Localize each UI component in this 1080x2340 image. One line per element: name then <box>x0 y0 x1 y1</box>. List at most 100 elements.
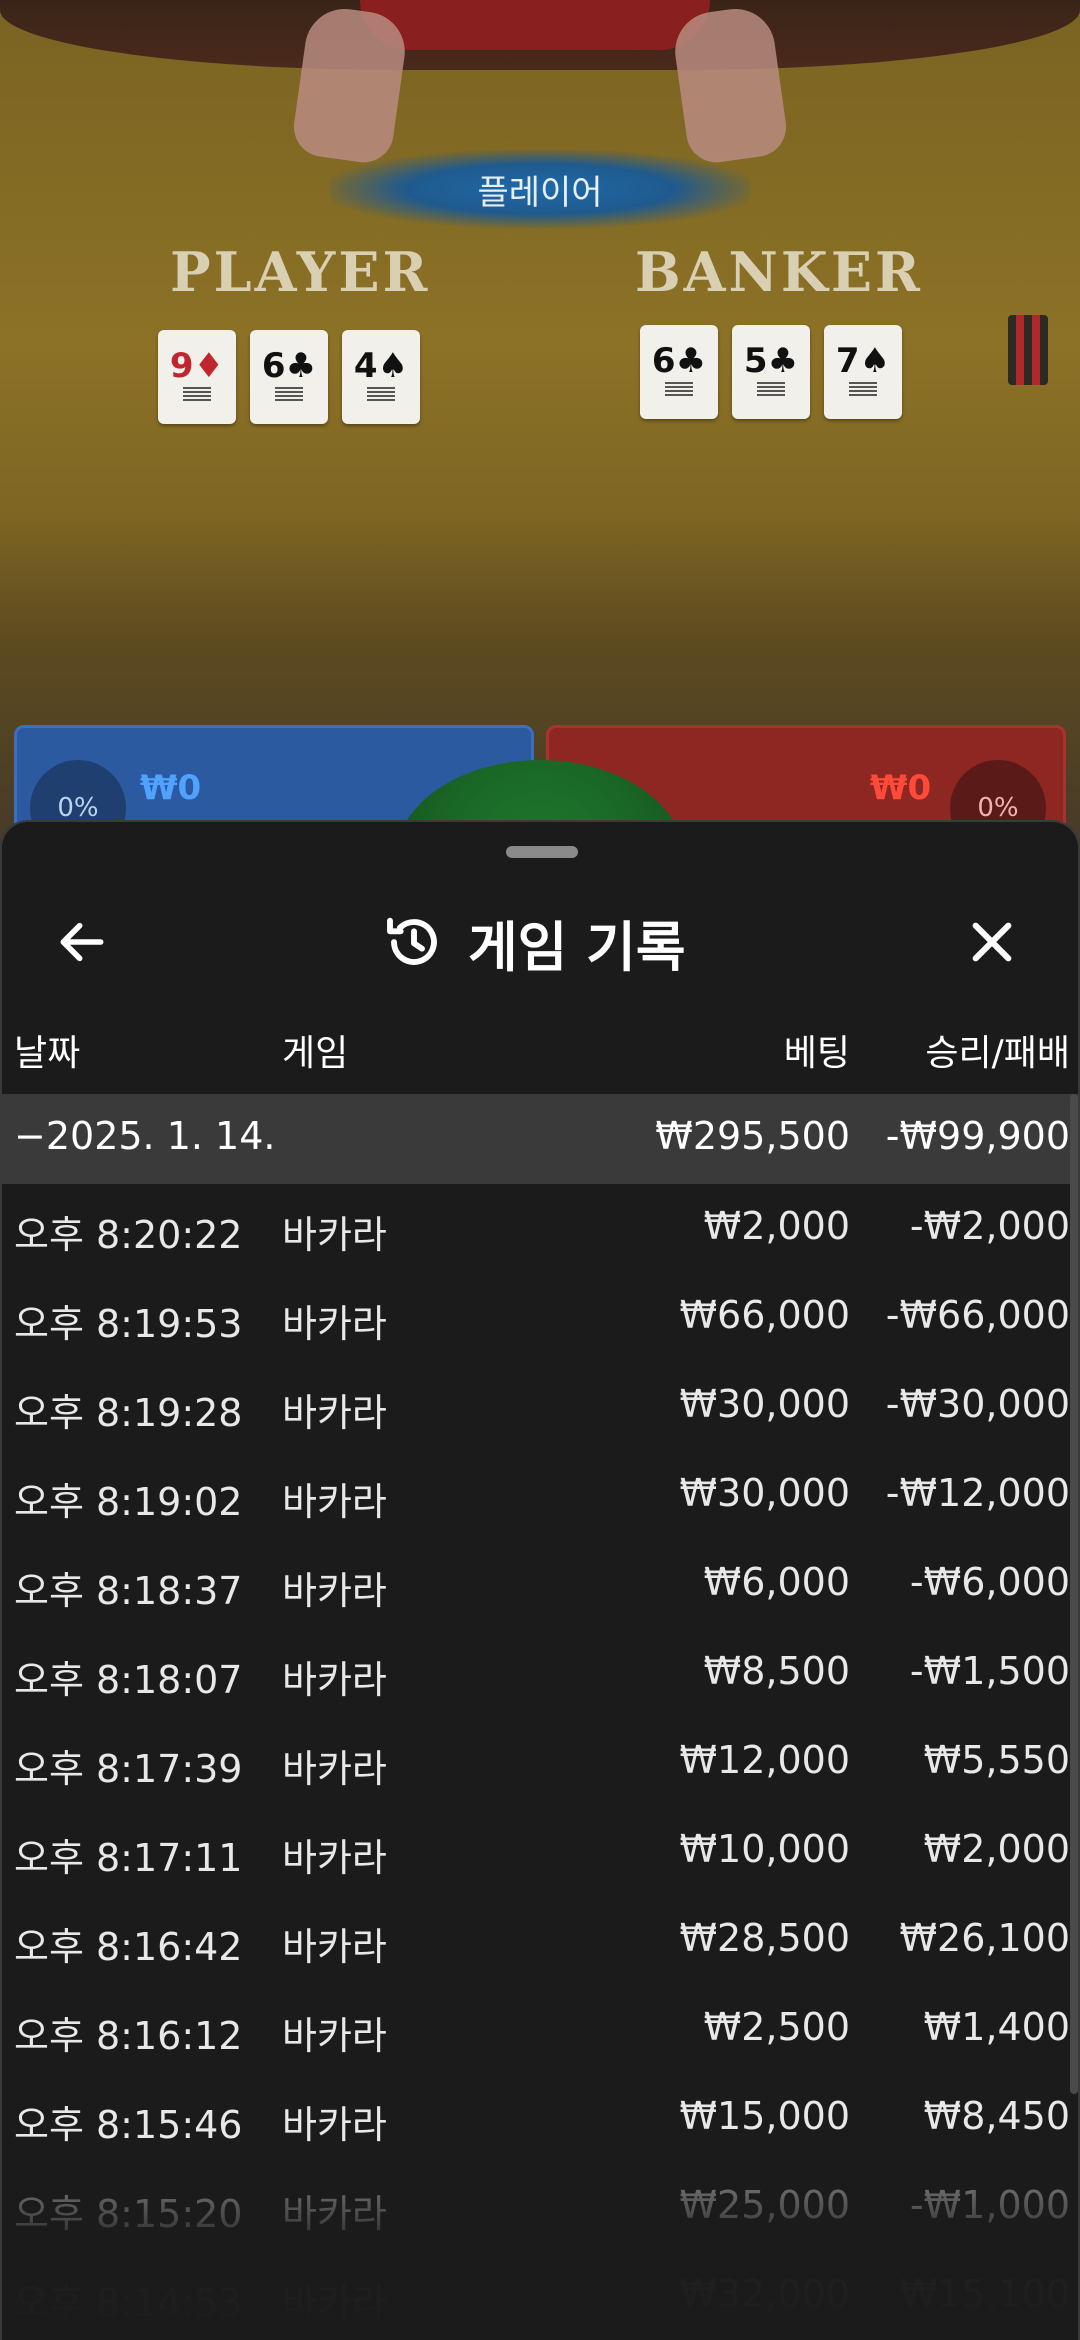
game-history-sheet: 게임 기록 날짜 게임 베팅 승리/패배 −2025. 1. 14. ₩295,… <box>0 820 1080 2340</box>
row-time: 오후 8:14:53 <box>14 2281 243 2325</box>
row-result: -₩30,000 <box>885 1382 1070 1426</box>
row-time: 오후 8:19:53 <box>14 1302 243 1346</box>
row-game: 바카라 <box>282 2014 387 2058</box>
playing-card: 6♣ <box>640 325 718 419</box>
history-row[interactable]: 오후 8:18:37 바카라 ₩6,000 -₩6,000 <box>2 1540 1078 1629</box>
sheet-title-wrap: 게임 기록 <box>382 897 686 987</box>
card-rank: 5♣ <box>743 341 799 381</box>
banker-label: BANKER <box>635 240 923 304</box>
playing-card: 5♣ <box>732 325 810 419</box>
history-row[interactable]: 오후 8:19:53 바카라 ₩66,000 -₩66,000 <box>2 1273 1078 1362</box>
banker-stake: ₩0 <box>870 768 932 808</box>
row-game: 바카라 <box>282 1836 387 1880</box>
history-row[interactable]: 오후 8:15:46 바카라 ₩15,000 ₩8,450 <box>2 2074 1078 2163</box>
close-button[interactable] <box>952 902 1032 982</box>
playing-card: 7♠ <box>824 325 902 419</box>
column-result: 승리/패배 <box>925 1033 1070 1074</box>
row-result: -₩2,000 <box>909 1204 1070 1248</box>
card-rank: 6♣ <box>651 341 707 381</box>
card-rank: 6♣ <box>261 346 317 386</box>
summary-bet: ₩295,500 <box>655 1114 850 1158</box>
history-row[interactable]: 오후 8:15:20 바카라 ₩25,000 -₩1,000 <box>2 2163 1078 2252</box>
row-bet: ₩2,000 <box>703 1204 850 1248</box>
column-game: 게임 <box>282 1033 349 1074</box>
row-bet: ₩12,000 <box>679 1738 850 1782</box>
row-bet: ₩10,000 <box>679 1827 850 1871</box>
row-game: 바카라 <box>282 1658 387 1702</box>
row-time: 오후 8:17:39 <box>14 1747 243 1791</box>
card-center <box>665 382 693 396</box>
summary-date: −2025. 1. 14. <box>14 1114 276 1158</box>
player-result-pill: 플레이어 <box>330 150 750 228</box>
row-result: -₩12,000 <box>885 1471 1070 1515</box>
card-center <box>367 387 395 401</box>
card-rank: 7♠ <box>835 341 891 381</box>
chip-stack <box>1008 315 1048 385</box>
playing-card: 9♦ <box>158 330 236 424</box>
row-game: 바카라 <box>282 1480 387 1524</box>
player-stake: ₩0 <box>140 768 202 808</box>
row-time: 오후 8:16:12 <box>14 2014 243 2058</box>
row-bet: ₩30,000 <box>679 1471 850 1515</box>
history-row[interactable]: 오후 8:17:11 바카라 ₩10,000 ₩2,000 <box>2 1807 1078 1896</box>
row-result: ₩26,100 <box>899 1916 1070 1960</box>
column-bet: 베팅 <box>783 1033 850 1074</box>
card-center <box>757 382 785 396</box>
card-rank: 4♠ <box>353 346 409 386</box>
row-time: 오후 8:15:20 <box>14 2192 243 2236</box>
row-bet: ₩25,000 <box>679 2183 850 2227</box>
row-result: ₩2,000 <box>923 1827 1070 1871</box>
history-row[interactable]: 오후 8:19:28 바카라 ₩30,000 -₩30,000 <box>2 1362 1078 1451</box>
back-button[interactable] <box>42 902 122 982</box>
row-time: 오후 8:20:22 <box>14 1213 243 1257</box>
table-header: 날짜 게임 베팅 승리/패배 <box>2 1002 1078 1094</box>
history-row[interactable]: 오후 8:16:42 바카라 ₩28,500 ₩26,100 <box>2 1896 1078 1985</box>
card-rank: 9♦ <box>169 346 225 386</box>
row-game: 바카라 <box>282 1925 387 1969</box>
row-bet: ₩15,000 <box>679 2094 850 2138</box>
row-result: ₩5,550 <box>923 1738 1070 1782</box>
history-row[interactable]: 오후 8:14:53 바카라 ₩32,000 ₩15,100 <box>2 2252 1078 2340</box>
live-table-view: 플레이어 PLAYER BANKER 9♦ 6♣ 4♠ 6♣ 5♣ 7♠ 0% 0% ₩… <box>0 0 1080 860</box>
sheet-grabber[interactable] <box>506 846 578 858</box>
row-bet: ₩8,500 <box>703 1649 850 1693</box>
history-row[interactable]: 오후 8:20:22 바카라 ₩2,000 -₩2,000 <box>2 1184 1078 1273</box>
summary-result: -₩99,900 <box>885 1114 1070 1158</box>
row-result: ₩1,400 <box>923 2005 1070 2049</box>
scrollbar[interactable] <box>1070 1094 1078 2094</box>
row-bet: ₩30,000 <box>679 1382 850 1426</box>
history-list: 오후 8:20:22 바카라 ₩2,000 -₩2,000 오후 8:19:53 바카라 ₩… <box>2 1184 1078 2340</box>
row-time: 오후 8:19:28 <box>14 1391 243 1435</box>
row-bet: ₩2,500 <box>703 2005 850 2049</box>
row-time: 오후 8:18:07 <box>14 1658 243 1702</box>
row-time: 오후 8:15:46 <box>14 2103 243 2147</box>
row-game: 바카라 <box>282 2281 387 2325</box>
history-row[interactable]: 오후 8:19:02 바카라 ₩30,000 -₩12,000 <box>2 1451 1078 1540</box>
card-center <box>275 387 303 401</box>
arrow-left-icon <box>60 922 104 962</box>
row-result: -₩6,000 <box>909 1560 1070 1604</box>
row-time: 오후 8:18:37 <box>14 1569 243 1613</box>
history-row[interactable]: 오후 8:18:07 바카라 ₩8,500 -₩1,500 <box>2 1629 1078 1718</box>
dealer-figure <box>360 0 710 50</box>
player-label: PLAYER <box>170 240 431 304</box>
row-game: 바카라 <box>282 1569 387 1613</box>
row-bet: ₩28,500 <box>679 1916 850 1960</box>
row-game: 바카라 <box>282 1302 387 1346</box>
row-game: 바카라 <box>282 2192 387 2236</box>
sheet-header: 게임 기록 <box>2 882 1078 1002</box>
row-game: 바카라 <box>282 1213 387 1257</box>
date-summary-row[interactable]: −2025. 1. 14. ₩295,500 -₩99,900 <box>2 1094 1078 1184</box>
history-row[interactable]: 오후 8:17:39 바카라 ₩12,000 ₩5,550 <box>2 1718 1078 1807</box>
row-game: 바카라 <box>282 1391 387 1435</box>
row-time: 오후 8:17:11 <box>14 1836 243 1880</box>
card-center <box>849 382 877 396</box>
row-time: 오후 8:19:02 <box>14 1480 243 1524</box>
history-row[interactable]: 오후 8:16:12 바카라 ₩2,500 ₩1,400 <box>2 1985 1078 2074</box>
playing-card: 6♣ <box>250 330 328 424</box>
row-result: ₩15,100 <box>899 2272 1070 2316</box>
row-bet: ₩6,000 <box>703 1560 850 1604</box>
row-bet: ₩66,000 <box>679 1293 850 1337</box>
column-date: 날짜 <box>14 1033 81 1074</box>
row-game: 바카라 <box>282 2103 387 2147</box>
